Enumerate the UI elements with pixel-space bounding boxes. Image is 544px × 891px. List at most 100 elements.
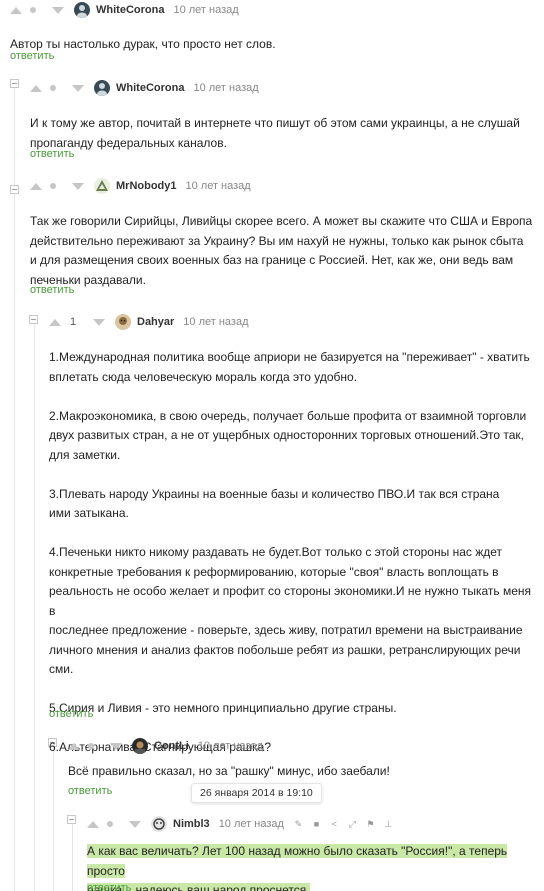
comment-line: последнее предложение - поверьте, здесь … xyxy=(49,623,523,637)
collapse-thread-button[interactable] xyxy=(29,315,38,324)
upvote-icon[interactable] xyxy=(10,6,22,14)
author-name[interactable]: ContLi xyxy=(154,740,189,752)
reply-link[interactable]: ответить xyxy=(68,785,112,797)
flag-icon[interactable]: ⚑ xyxy=(366,819,375,829)
score-dot-icon xyxy=(88,743,94,749)
comment: WhiteCorona 10 лет назад Автор ты настол… xyxy=(10,0,540,55)
comment-line: реальность не особо желает и профит со с… xyxy=(49,584,532,618)
avatar[interactable] xyxy=(115,314,131,330)
vote-controls: 1 xyxy=(49,316,105,328)
author-name[interactable]: Nimbl3 xyxy=(173,818,210,830)
bookmark-icon[interactable]: ⊥ xyxy=(384,819,393,829)
comment-tools: ✎ ■ < ⤢ ⚑ ⊥ xyxy=(294,819,393,829)
thread-line xyxy=(53,745,54,891)
comment-text: Всё правильно сказал, но за "рашку" мину… xyxy=(68,762,540,782)
reply-link[interactable]: ответить xyxy=(87,882,131,891)
comment-line: рашка... надеюсь ваш народ проснется. xyxy=(87,881,540,891)
thread-line xyxy=(14,86,15,891)
score-dot-icon xyxy=(50,85,56,91)
comment-line: А как вас величать? Лет 100 назад можно … xyxy=(87,842,540,881)
thread-line xyxy=(34,322,35,891)
score xyxy=(27,4,39,16)
avatar[interactable] xyxy=(151,816,167,832)
collapse-thread-button[interactable] xyxy=(67,815,76,824)
collapse-thread-button[interactable] xyxy=(10,185,19,194)
author-name[interactable]: Dahyar xyxy=(137,316,174,328)
reply-link[interactable]: ответить xyxy=(30,284,74,296)
comment-line: пропаганду федеральных каналов. xyxy=(30,135,227,150)
collapse-thread-button[interactable] xyxy=(10,79,19,88)
comment: MrNobody1 10 лет назад Так же говорили С… xyxy=(30,176,540,290)
comment-time[interactable]: 10 лет назад xyxy=(198,740,263,752)
comment-line: для заметки. xyxy=(49,447,121,462)
vote-controls xyxy=(10,4,64,16)
comment-text: Так же говорили Сирийцы, Ливийцы скорее … xyxy=(30,212,540,290)
upvote-icon[interactable] xyxy=(68,742,80,750)
score xyxy=(85,740,97,752)
highlighted-text: А как вас величать? Лет 100 назад можно … xyxy=(87,844,508,878)
comment-time[interactable]: 10 лет назад xyxy=(219,818,284,830)
comment-line: и для размещения своих военных баз на гр… xyxy=(30,253,514,267)
comment-text: 1.Международная политика вообще априори … xyxy=(49,348,540,758)
author-name[interactable]: WhiteCorona xyxy=(116,82,184,94)
comment: Nimbl3 10 лет назад ✎ ■ < ⤢ ⚑ ⊥ А как ва… xyxy=(87,814,540,891)
upvote-icon[interactable] xyxy=(87,820,99,828)
reply-link[interactable]: ответить xyxy=(10,50,54,62)
upvote-icon[interactable] xyxy=(49,318,61,326)
edit-icon[interactable]: ✎ xyxy=(294,819,303,829)
comment-header: WhiteCorona 10 лет назад xyxy=(30,78,540,98)
downvote-icon[interactable] xyxy=(110,742,122,750)
downvote-icon[interactable] xyxy=(72,84,84,92)
score xyxy=(47,180,59,192)
share-icon[interactable]: < xyxy=(330,819,339,829)
fullscreen-icon[interactable]: ⤢ xyxy=(348,819,357,829)
comment-text: И к тому же автор, почитай в интернете ч… xyxy=(30,114,540,153)
comment-line: И к тому же автор, почитай в интернете ч… xyxy=(30,116,520,130)
author-name[interactable]: MrNobody1 xyxy=(116,180,177,192)
comment-line: ими затыкана. xyxy=(49,506,129,520)
avatar[interactable] xyxy=(74,2,90,18)
comment-header: 1 Dahyar 10 лет назад xyxy=(49,312,540,332)
thread-line xyxy=(72,822,73,891)
timestamp-tooltip: 26 января 2014 в 19:10 xyxy=(191,783,322,803)
comment-time[interactable]: 10 лет назад xyxy=(183,316,248,328)
comment-line xyxy=(49,680,540,700)
comment-line: конкретные требования к реформированию, … xyxy=(49,564,499,579)
comment: WhiteCorona 10 лет назад И к тому же авт… xyxy=(30,78,540,153)
save-icon[interactable]: ■ xyxy=(312,819,321,829)
avatar[interactable] xyxy=(94,80,110,96)
downvote-icon[interactable] xyxy=(93,318,105,326)
comment-time[interactable]: 10 лет назад xyxy=(193,82,258,94)
comment-line: двух развитых стран, а не от ущербных од… xyxy=(49,428,524,442)
comment-line: 3.Плевать народу Украины на военные базы… xyxy=(49,486,500,501)
score-dot-icon xyxy=(50,183,56,189)
comment: ContLi 10 лет назад Всё правильно сказал… xyxy=(68,736,540,782)
comment-line: 4.Печеньки никто никому раздавать не буд… xyxy=(49,545,503,559)
vote-controls xyxy=(68,740,122,752)
comment-time[interactable]: 10 лет назад xyxy=(186,180,251,192)
score-dot-icon xyxy=(107,821,113,827)
downvote-icon[interactable] xyxy=(129,820,141,828)
comment-line: Всё правильно сказал, но за "рашку" мину… xyxy=(68,764,390,778)
avatar[interactable] xyxy=(132,738,148,754)
upvote-icon[interactable] xyxy=(30,182,42,190)
downvote-icon[interactable] xyxy=(52,6,64,14)
score-dot-icon xyxy=(30,7,36,13)
downvote-icon[interactable] xyxy=(72,182,84,190)
upvote-icon[interactable] xyxy=(30,84,42,92)
comment-time[interactable]: 10 лет назад xyxy=(173,4,238,16)
reply-link[interactable]: ответить xyxy=(49,708,93,720)
comment-header: MrNobody1 10 лет назад xyxy=(30,176,540,196)
comment-line xyxy=(49,465,540,485)
avatar[interactable] xyxy=(94,178,110,194)
vote-controls xyxy=(87,818,141,830)
reply-link[interactable]: ответить xyxy=(30,148,74,160)
comment-line: 2.Макроэкономика, в свою очередь, получа… xyxy=(49,408,527,423)
comment-line: вплетать сюда человеческую мораль когда … xyxy=(49,369,358,384)
vote-controls xyxy=(30,180,84,192)
comment-line: Так же говорили Сирийцы, Ливийцы скорее … xyxy=(30,214,533,228)
comment-line xyxy=(49,387,540,407)
author-name[interactable]: WhiteCorona xyxy=(96,4,164,16)
comment-header: ContLi 10 лет назад xyxy=(68,736,540,756)
comment-text: Автор ты настолько дурак, что просто нет… xyxy=(10,35,540,55)
